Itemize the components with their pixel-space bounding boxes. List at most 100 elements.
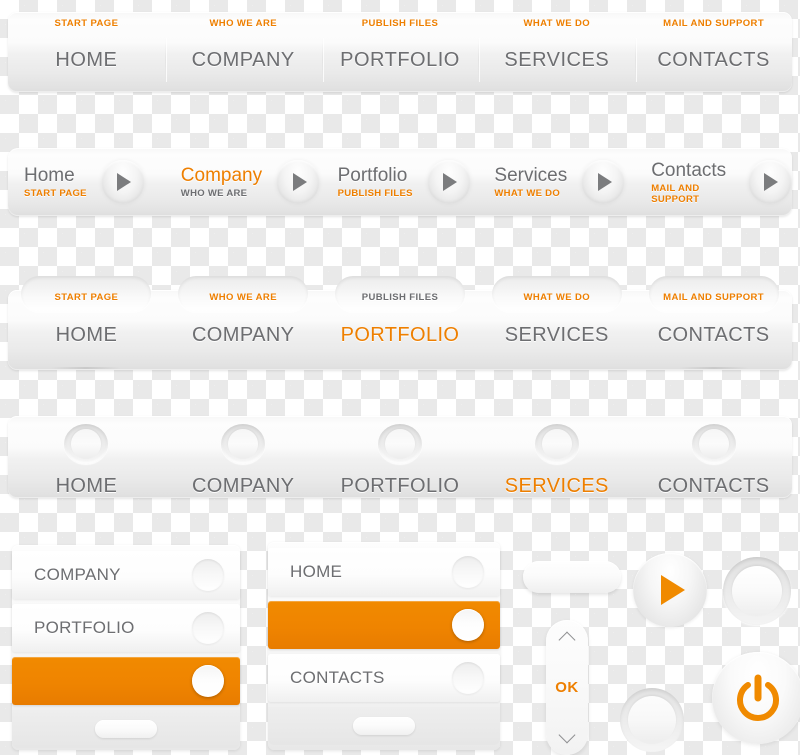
triangle-right-icon[interactable] [100,160,145,204]
chevron-down-icon[interactable] [558,726,576,744]
ring-knob-icon[interactable] [64,424,109,464]
ring-button-top[interactable] [723,557,791,625]
blank-pill-button[interactable] [523,561,621,593]
switch-panel-left: COMPANY PORTFOLIO [12,545,240,750]
play-button[interactable] [633,553,707,627]
nav-item-contacts[interactable]: Contacts MAIL AND SUPPORT [635,160,792,205]
nav-item-label: Services [494,165,568,186]
ring-knob-icon[interactable] [691,424,736,464]
nav-item-portfolio[interactable]: PORTFOLIO [322,416,479,498]
panel-footer [268,707,500,745]
nav-item-pill[interactable]: WHAT WE DO [491,276,622,312]
nav-item-label: SERVICES [504,324,609,346]
ring-button-bottom[interactable] [620,688,684,752]
nav-item-company[interactable]: WHO WE ARE COMPANY [164,12,322,92]
grip-pill-icon[interactable] [353,717,415,735]
nav-item-underline [51,367,122,369]
nav-item-label: COMPANY [191,324,295,346]
nav-item-label: CONTACTS [657,324,770,346]
navbar-simple: START PAGE HOME WHO WE ARE COMPANY PUBLI… [8,12,792,92]
nav-item-subtitle: WHAT WE DO [523,18,591,29]
triangle-right-icon[interactable] [276,160,321,204]
triangle-right-icon[interactable] [747,160,792,204]
switch-knob[interactable] [452,556,484,588]
switch-knob[interactable] [192,559,224,591]
nav-item-label: CONTACTS [657,49,770,71]
nav-item-pill[interactable]: MAIL AND SUPPORT [648,276,779,312]
nav-item-label: PORTFOLIO [340,475,460,497]
nav-item-label: COMPANY [191,49,295,71]
switch-knob[interactable] [192,665,224,697]
nav-item-company[interactable]: Company WHO WE ARE [165,160,322,204]
nav-item-label: PORTFOLIO [340,324,460,346]
navbar-pill-tabs: START PAGE HOME WHO WE ARE COMPANY PUBLI… [8,276,792,370]
nav-item-label: Contacts [651,159,727,181]
nav-item-services[interactable]: WHAT WE DO SERVICES [478,12,635,92]
nav-item-subtitle: MAIL AND SUPPORT [663,18,765,29]
triangle-right-icon[interactable] [581,160,626,204]
triangle-right-icon[interactable] [426,160,471,204]
grip-pill-icon[interactable] [95,720,157,738]
ring-knob-icon[interactable] [377,424,422,464]
nav-item-label: SERVICES [504,49,610,71]
nav-item-subtitle: PUBLISH FILES [337,188,413,199]
nav-item-label: CONTACTS [657,475,770,497]
switch-row[interactable]: PORTFOLIO [12,604,240,652]
ring-knob-icon[interactable] [221,424,266,464]
nav-divider [635,38,637,82]
nav-item-home[interactable]: Home START PAGE [8,160,165,204]
chevron-up-icon[interactable] [558,631,576,649]
nav-item-company[interactable]: WHO WE ARE COMPANY [165,276,322,370]
nav-item-label: Portfolio [337,165,408,186]
nav-item-home[interactable]: START PAGE HOME [8,276,165,370]
switch-row[interactable] [268,601,500,649]
nav-item-subtitle: MAIL AND SUPPORT [663,291,765,303]
ok-rocker-button[interactable]: OK [546,620,588,755]
switch-knob[interactable] [452,662,484,694]
switch-label: COMPANY [34,565,121,584]
nav-item-company[interactable]: COMPANY [165,416,322,498]
switch-knob[interactable] [192,612,224,644]
nav-item-pill[interactable]: START PAGE [21,276,152,312]
nav-divider [164,38,166,82]
nav-item-label: Home [24,165,75,186]
switch-row[interactable]: COMPANY [12,551,240,599]
nav-item-contacts[interactable]: CONTACTS [635,416,792,498]
nav-item-services[interactable]: SERVICES [478,416,635,498]
switch-label: PORTFOLIO [34,618,135,637]
nav-item-services[interactable]: Services WHAT WE DO [478,160,635,204]
nav-item-portfolio[interactable]: PUBLISH FILES PORTFOLIO [322,276,479,370]
nav-item-subtitle: PUBLISH FILES [361,291,439,303]
nav-item-pill[interactable]: PUBLISH FILES [334,276,465,312]
switch-row[interactable]: HOME [268,548,500,596]
switch-row[interactable]: CONTACTS [268,654,500,702]
ok-label: OK [555,679,579,696]
nav-item-subtitle: START PAGE [54,18,119,29]
nav-item-underline [678,367,749,369]
power-button[interactable] [712,652,800,744]
nav-item-portfolio[interactable]: Portfolio PUBLISH FILES [322,160,479,204]
ui-kit-canvas: START PAGE HOME WHO WE ARE COMPANY PUBLI… [0,0,800,755]
nav-item-subtitle: WHO WE ARE [209,291,277,303]
switch-panel-middle: HOME CONTACTS [268,542,500,750]
nav-item-label: Company [180,165,263,186]
nav-item-subtitle: PUBLISH FILES [361,18,439,29]
switch-knob[interactable] [452,609,484,641]
nav-item-label: SERVICES [504,475,609,497]
nav-item-subtitle: WHO WE ARE [180,188,248,199]
switch-row[interactable] [12,657,240,705]
nav-item-pill[interactable]: WHO WE ARE [178,276,309,312]
nav-item-contacts[interactable]: MAIL AND SUPPORT CONTACTS [635,12,792,92]
nav-item-services[interactable]: WHAT WE DO SERVICES [478,276,635,370]
nav-item-home[interactable]: HOME [8,416,165,498]
ring-knob-icon[interactable] [534,424,579,464]
nav-item-label: HOME [55,49,118,71]
nav-item-label: COMPANY [191,475,295,497]
nav-item-subtitle: START PAGE [24,188,87,199]
nav-item-home[interactable]: START PAGE HOME [8,12,165,92]
nav-item-contacts[interactable]: MAIL AND SUPPORT CONTACTS [635,276,792,370]
switch-label: CONTACTS [290,668,385,687]
nav-item-portfolio[interactable]: PUBLISH FILES PORTFOLIO [321,12,479,92]
nav-item-subtitle: MAIL AND SUPPORT [651,182,700,205]
play-triangle-icon [661,575,685,605]
